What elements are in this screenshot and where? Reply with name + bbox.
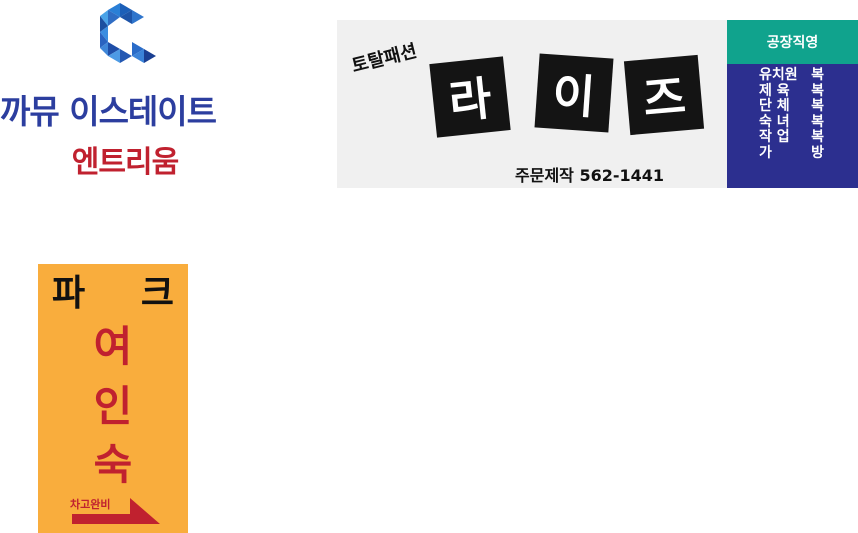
list-item-label: 작 업 [759, 129, 790, 145]
banner-tile: 즈 [623, 54, 705, 136]
estate-sign: 까뮤 이스테이트 엔트리움 [0, 0, 245, 190]
list-item-suffix: 복 [811, 113, 824, 130]
list-item: 숙 녀복 [727, 113, 858, 131]
list-item-label: 제 육 [759, 82, 790, 99]
motel-top-char: 파 [52, 273, 86, 314]
banner-side-panel: 공장직영 유치원 복 제 육복 단 체복 숙 녀복 작 업복 가방 [727, 20, 858, 188]
banner-tagline: 토탈패션 [349, 40, 420, 78]
list-item: 작 업복 [727, 129, 858, 146]
motel-sign: 파 크 여 인 숙 차고완비 [38, 264, 188, 533]
estate-subtitle: 엔트리움 [71, 145, 179, 180]
banner-main-panel: 토탈패션 라 이 즈 주문제작 562-1441 [337, 20, 727, 188]
list-item: 제 육복 [727, 82, 858, 100]
shop-banner: 토탈패션 라 이 즈 주문제작 562-1441 공장직영 유치원 복 제 육복 … [337, 20, 858, 188]
list-item: 가방 [727, 144, 858, 162]
banner-phone: 주문제작 562-1441 [515, 166, 665, 185]
list-item: 단 체복 [727, 98, 858, 115]
motel-top-char: 크 [140, 273, 174, 314]
list-item-label: 단 체 [759, 98, 790, 114]
motel-char: 인 [93, 382, 133, 431]
banner-product-list: 유치원 복 제 육복 단 체복 숙 녀복 작 업복 가방 [727, 67, 858, 162]
list-item-label: 유치원 [759, 67, 798, 83]
banner-side-heading: 공장직영 [727, 20, 858, 64]
list-item-suffix: 복 [811, 67, 824, 83]
hexagon-c-logo-icon [100, 3, 156, 63]
motel-char: 여 [93, 322, 133, 371]
motel-parking-label: 차고완비 [70, 498, 111, 511]
motel-char: 숙 [93, 440, 133, 489]
list-item-suffix: 복 [811, 129, 824, 145]
banner-tile: 라 [429, 56, 511, 138]
estate-name: 까뮤 이스테이트 [0, 92, 217, 131]
list-item-label: 숙 녀 [759, 113, 790, 130]
motel-top-line: 파 크 [38, 272, 188, 316]
list-item: 유치원 복 [727, 67, 858, 84]
list-item-suffix: 복 [811, 98, 824, 114]
list-item-label: 가 [759, 144, 772, 161]
list-item-suffix: 방 [811, 144, 824, 161]
banner-tile: 이 [534, 53, 614, 133]
list-item-suffix: 복 [811, 82, 824, 99]
